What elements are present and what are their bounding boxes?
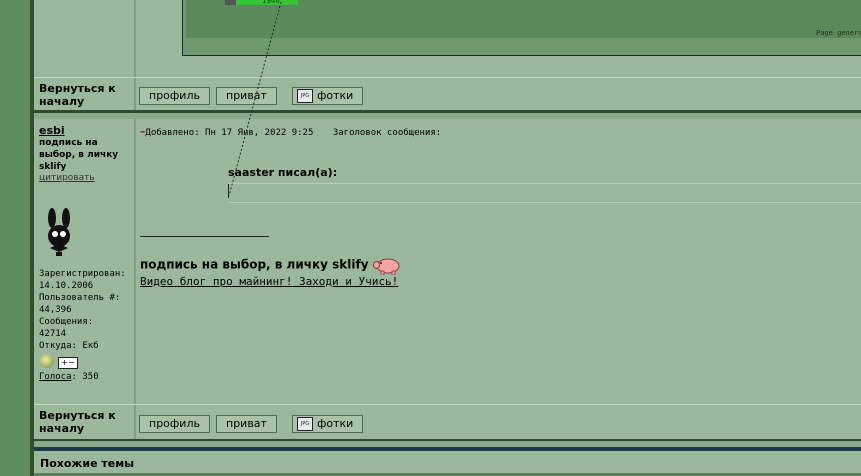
quote-link[interactable]: цитировать <box>39 173 95 183</box>
left-margin <box>0 0 30 476</box>
location-label: Откуда: Екб <box>39 341 99 351</box>
rabbit-avatar-icon <box>48 208 70 256</box>
jpg-icon: JPG <box>297 417 313 431</box>
registered-value: 14.10.2006 <box>39 281 94 291</box>
prev-post-left-cell <box>34 0 134 77</box>
profile-button-2[interactable]: профиль <box>139 415 210 433</box>
user-number-label: Пользователь #: <box>39 293 121 303</box>
votes-link[interactable]: Голоса <box>39 372 72 382</box>
page-generation-text: Page generati <box>816 29 861 37</box>
author-name[interactable]: esbi <box>39 124 65 137</box>
votes-row: Голоса: 350 <box>39 371 99 383</box>
messages-value: 42714 <box>39 329 67 339</box>
signature-text-label: подпись на выбор, в личку sklify <box>140 257 369 272</box>
user-number-value: 44,396 <box>39 305 72 315</box>
photos-label: фотки <box>317 417 354 430</box>
pig-icon <box>372 258 400 276</box>
globe-icon <box>40 354 54 368</box>
private-button-2[interactable]: приват <box>216 415 277 433</box>
photos-button-2[interactable]: JPG фотки <box>292 415 364 433</box>
photos-label: фотки <box>317 89 354 102</box>
registered-label: Зарегистрирован: <box>39 269 126 279</box>
profile-button[interactable]: профиль <box>139 87 210 105</box>
messages-label: Сообщения: <box>39 317 94 327</box>
signature-video-blog-link[interactable]: Видео блог про майнинг! Заходи и Учись! <box>140 275 398 288</box>
gender-icon: +− <box>58 357 78 369</box>
votes-value: : 350 <box>71 372 99 382</box>
dashed-drag-line <box>228 1 282 197</box>
signature-separator <box>140 236 269 237</box>
similar-topics-title: Похожие темы <box>40 457 135 470</box>
back-to-top-link-2[interactable]: Вернуться к началу <box>39 409 133 435</box>
post-subject-label: Заголовок сообщения: <box>332 128 442 138</box>
signature-text: подпись на выбор, в личку sklify <box>140 255 401 276</box>
back-to-top-link[interactable]: Вернуться к началу <box>39 82 133 108</box>
author-title: подпись на выбор, в личку sklify <box>39 138 119 172</box>
